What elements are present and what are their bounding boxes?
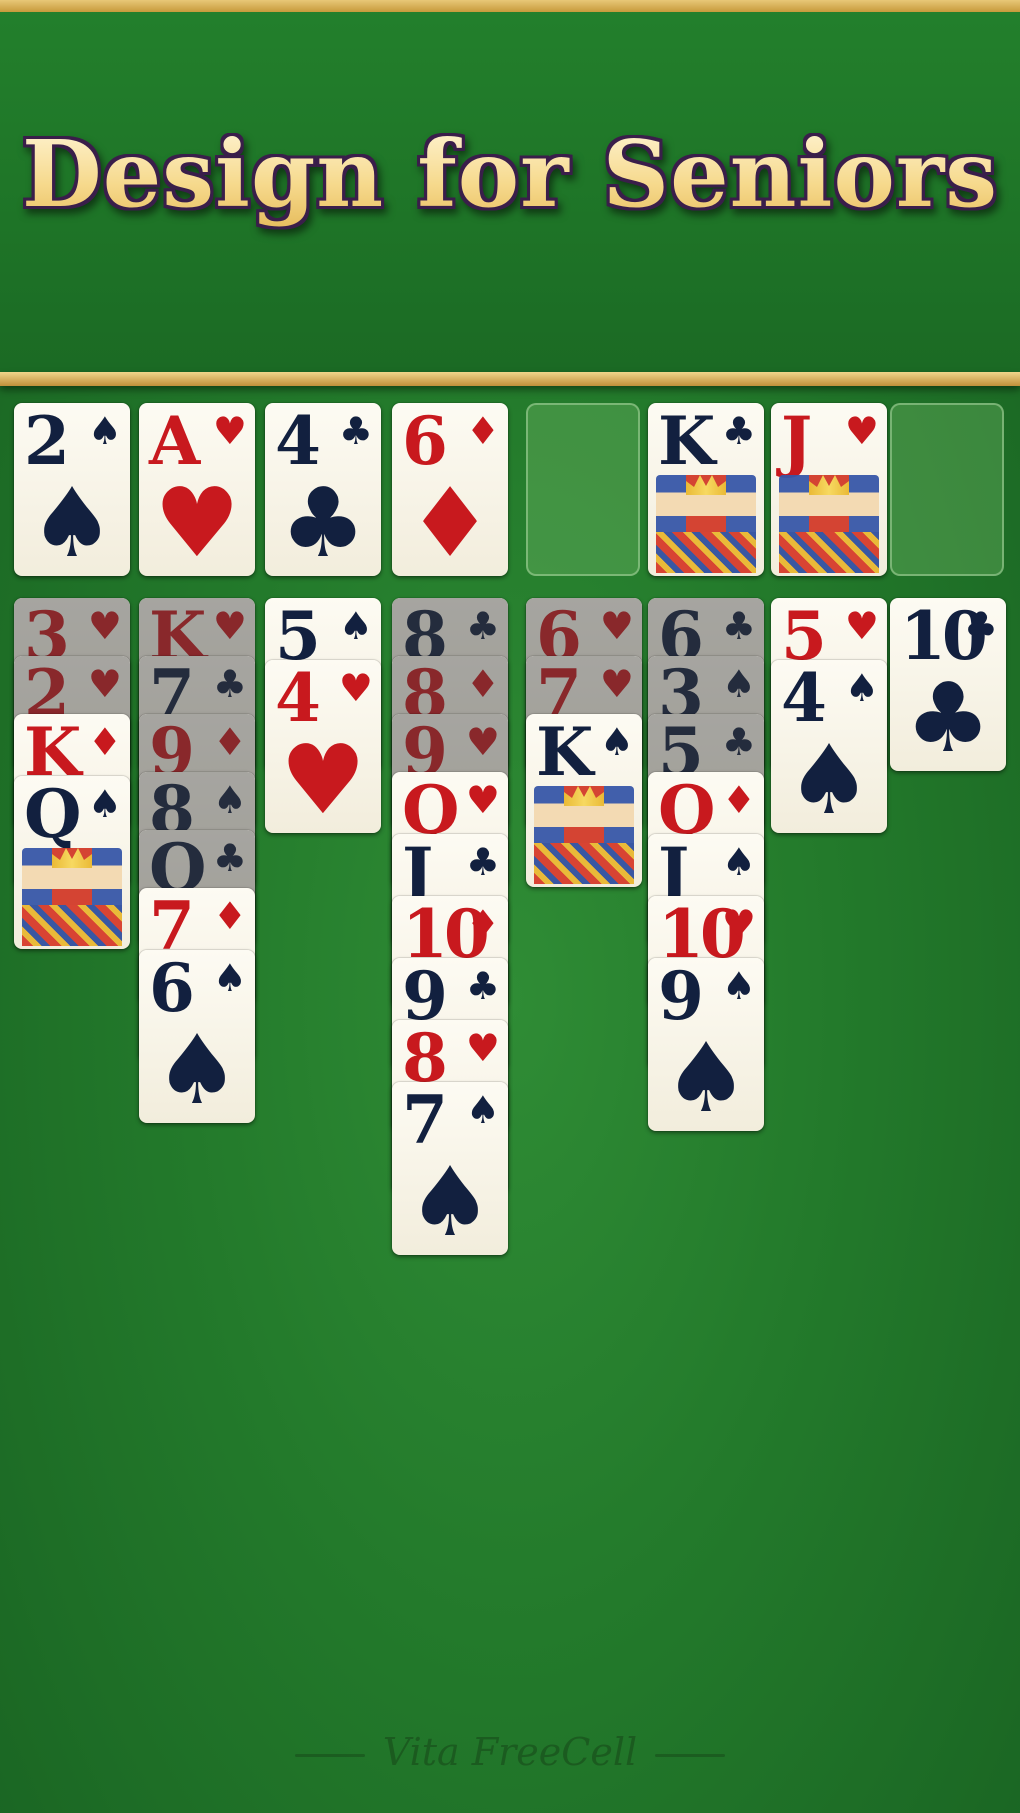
card-suit-icon: ♣	[465, 604, 500, 648]
card-suit-icon: ♦	[212, 720, 247, 764]
card-suit-icon: ♦	[465, 409, 500, 453]
headline: Design for Seniors	[0, 120, 1020, 228]
card-suit-icon: ♠	[721, 840, 756, 884]
card-suit-icon: ♦	[721, 778, 756, 822]
foundation-card[interactable]: 6 ♦ ♦	[392, 403, 508, 576]
card-suit-icon: ♠	[721, 964, 756, 1008]
card-pip-icon: ♠	[662, 1022, 750, 1131]
card-suit-icon: ♥	[844, 409, 879, 453]
card-pip-icon: ♠	[785, 724, 873, 833]
card-suit-icon: ♦	[465, 902, 500, 946]
card-pip-icon: ♦	[406, 467, 494, 576]
tableau-card[interactable]: 9 ♠ ♠	[648, 958, 764, 1131]
card-suit-icon: ♣	[963, 604, 998, 648]
tableau-card[interactable]: K ♠	[526, 714, 642, 887]
card-suit-icon: ♥	[87, 604, 122, 648]
free-cell-card[interactable]: J ♥	[771, 403, 887, 576]
card-pip-icon: ♣	[279, 467, 367, 576]
foundation-card[interactable]: 2 ♠ ♠	[14, 403, 130, 576]
card-suit-icon: ♣	[338, 409, 373, 453]
card-suit-icon: ♥	[212, 409, 247, 453]
free-cell-empty[interactable]	[526, 403, 640, 576]
card-pip-icon: ♣	[904, 662, 992, 771]
tableau-card[interactable]: 10 ♣ ♣	[890, 598, 1006, 771]
card-pip-icon: ♥	[279, 724, 367, 833]
card-rank: K	[536, 714, 593, 791]
card-suit-icon: ♣	[465, 840, 500, 884]
card-suit-icon: ♥	[212, 604, 247, 648]
card-rank: J	[781, 403, 812, 480]
card-pip-icon: ♠	[28, 467, 116, 576]
card-suit-icon: ♥	[721, 902, 756, 946]
tableau-card[interactable]: 6 ♠ ♠	[139, 950, 255, 1123]
face-card-portrait	[779, 475, 879, 573]
card-suit-icon: ♠	[338, 604, 373, 648]
card-pip-icon: ♥	[153, 467, 241, 576]
card-rank: K	[658, 403, 715, 480]
card-suit-icon: ♥	[465, 720, 500, 764]
foundation-card[interactable]: 4 ♣ ♣	[265, 403, 381, 576]
gold-trim-bottom	[0, 372, 1020, 386]
brand-watermark: Vita FreeCell	[0, 1730, 1020, 1774]
card-suit-icon: ♠	[465, 1088, 500, 1132]
card-suit-icon: ♠	[599, 720, 634, 764]
card-suit-icon: ♦	[212, 894, 247, 938]
card-suit-icon: ♥	[599, 604, 634, 648]
tableau-card[interactable]: Q ♠	[14, 776, 130, 949]
card-suit-icon: ♣	[465, 964, 500, 1008]
card-rank: Q	[24, 776, 81, 853]
card-suit-icon: ♠	[87, 409, 122, 453]
card-suit-icon: ♦	[87, 720, 122, 764]
free-cell-empty[interactable]	[890, 403, 1004, 576]
card-suit-icon: ♥	[338, 666, 373, 710]
card-suit-icon: ♠	[87, 782, 122, 826]
card-suit-icon: ♣	[721, 409, 756, 453]
card-suit-icon: ♦	[465, 662, 500, 706]
card-suit-icon: ♠	[212, 778, 247, 822]
flourish-left	[294, 1754, 365, 1757]
tableau-card[interactable]: 4 ♠ ♠	[771, 660, 887, 833]
card-suit-icon: ♠	[844, 666, 879, 710]
tableau-card[interactable]: 4 ♥ ♥	[265, 660, 381, 833]
card-pip-icon: ♠	[153, 1014, 241, 1123]
card-suit-icon: ♠	[212, 956, 247, 1000]
card-suit-icon: ♥	[87, 662, 122, 706]
card-suit-icon: ♣	[212, 662, 247, 706]
gold-trim-top	[0, 0, 1020, 12]
tableau-card[interactable]: 7 ♠ ♠	[392, 1082, 508, 1255]
card-suit-icon: ♠	[721, 662, 756, 706]
card-suit-icon: ♥	[465, 778, 500, 822]
card-pip-icon: ♠	[406, 1146, 494, 1255]
card-suit-icon: ♥	[465, 1026, 500, 1070]
face-card-portrait	[534, 786, 634, 884]
card-suit-icon: ♥	[599, 662, 634, 706]
face-card-portrait	[656, 475, 756, 573]
card-suit-icon: ♣	[721, 720, 756, 764]
brand-name: Vita FreeCell	[382, 1730, 638, 1774]
card-suit-icon: ♣	[212, 836, 247, 880]
card-suit-icon: ♣	[721, 604, 756, 648]
face-card-portrait	[22, 848, 122, 946]
card-suit-icon: ♥	[844, 604, 879, 648]
foundation-card[interactable]: A ♥ ♥	[139, 403, 255, 576]
free-cell-card[interactable]: K ♣	[648, 403, 764, 576]
flourish-right	[655, 1754, 726, 1757]
